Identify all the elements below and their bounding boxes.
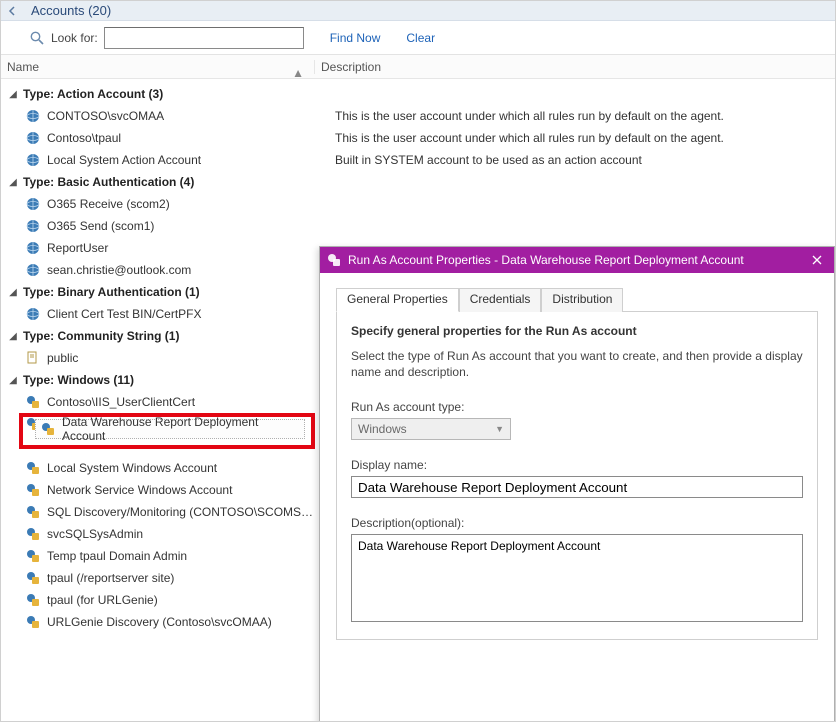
column-header-description[interactable]: Description	[315, 60, 381, 74]
expand-collapse-icon[interactable]: ◢	[7, 331, 19, 342]
tree-item[interactable]: O365 Send (scom1)	[7, 215, 835, 237]
expand-collapse-icon[interactable]: ◢	[7, 177, 19, 188]
runas-account-icon	[25, 548, 41, 564]
runas-account-icon	[25, 394, 41, 410]
chevron-down-icon: ▼	[495, 424, 504, 434]
globe-account-icon	[25, 218, 41, 234]
runas-account-icon	[25, 614, 41, 630]
description-textarea[interactable]	[351, 534, 803, 622]
tab-credentials[interactable]: Credentials	[459, 288, 542, 312]
tree-item[interactable]: O365 Receive (scom2)	[7, 193, 835, 215]
expand-collapse-icon[interactable]: ◢	[7, 89, 19, 100]
expand-collapse-icon[interactable]: ◢	[7, 375, 19, 386]
runas-account-icon	[25, 570, 41, 586]
tree-item-description: This is the user account under which all…	[335, 131, 724, 145]
chevron-left-icon	[8, 6, 18, 16]
expand-collapse-icon[interactable]: ◢	[7, 287, 19, 298]
sort-asc-icon: ▲	[292, 66, 304, 80]
tree-item-description: Built in SYSTEM account to be used as an…	[335, 153, 642, 167]
runas-account-icon	[25, 504, 41, 520]
runas-account-icon	[40, 421, 56, 437]
runas-account-icon	[25, 482, 41, 498]
runas-account-icon	[25, 592, 41, 608]
globe-account-icon	[25, 196, 41, 212]
find-now-link[interactable]: Find Now	[330, 31, 381, 45]
globe-account-icon	[25, 240, 41, 256]
search-icon	[29, 30, 45, 46]
tree-item[interactable]: Contoso\tpaulThis is the user account un…	[7, 127, 835, 149]
clear-link[interactable]: Clear	[406, 31, 435, 45]
page-title: Accounts (20)	[25, 3, 111, 18]
runas-account-icon	[25, 460, 41, 476]
lookfor-label: Look for:	[51, 31, 98, 45]
globe-account-icon	[25, 152, 41, 168]
account-type-select: Windows ▼	[351, 418, 511, 440]
globe-account-icon	[25, 262, 41, 278]
globe-account-icon	[25, 108, 41, 124]
label-display-name: Display name:	[351, 458, 803, 472]
tree-item-description: This is the user account under which all…	[335, 109, 724, 123]
runas-account-icon	[326, 252, 342, 268]
panel-description: Select the type of Run As account that y…	[351, 348, 803, 380]
label-description: Description(optional):	[351, 516, 803, 530]
document-icon	[25, 350, 41, 366]
globe-account-icon	[25, 306, 41, 322]
globe-account-icon	[25, 130, 41, 146]
tab-distribution[interactable]: Distribution	[541, 288, 623, 312]
label-account-type: Run As account type:	[351, 400, 803, 414]
dialog-title: Run As Account Properties - Data Warehou…	[348, 253, 806, 267]
lookfor-input[interactable]	[104, 27, 304, 49]
tree-group[interactable]: ◢Type: Action Account (3)	[7, 83, 835, 105]
panel-heading: Specify general properties for the Run A…	[351, 324, 803, 338]
runas-account-icon	[25, 526, 41, 542]
close-icon	[812, 255, 822, 265]
runas-properties-dialog: Run As Account Properties - Data Warehou…	[319, 246, 835, 722]
tree-item[interactable]: CONTOSO\svcOMAAThis is the user account …	[7, 105, 835, 127]
column-header-name[interactable]: Name ▲	[1, 60, 315, 74]
tree-item[interactable]: Local System Action AccountBuilt in SYST…	[7, 149, 835, 171]
tree-item-selected[interactable]: Data Warehouse Report Deployment Account	[35, 419, 305, 439]
tab-general-properties[interactable]: General Properties	[336, 288, 459, 312]
close-button[interactable]	[806, 251, 828, 269]
back-button[interactable]	[1, 1, 25, 21]
tree-group[interactable]: ◢Type: Basic Authentication (4)	[7, 171, 835, 193]
display-name-input[interactable]	[351, 476, 803, 498]
